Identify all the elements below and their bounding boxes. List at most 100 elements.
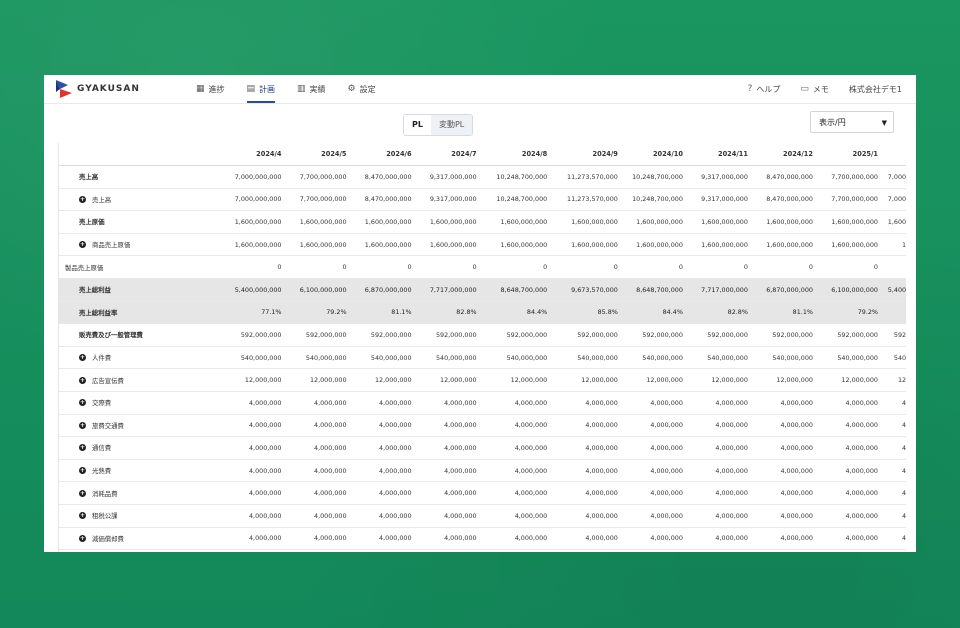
row-label-text: 光熱費 bbox=[92, 467, 112, 476]
table-cell: 0 bbox=[686, 255, 752, 279]
expand-plus-icon[interactable]: + bbox=[79, 444, 86, 452]
expand-plus-icon[interactable]: + bbox=[79, 467, 86, 475]
row-label: 販売費及び一般管理費 bbox=[59, 323, 221, 347]
table-row: + 広告宣伝費 12,000,000 12,000,000 12,000,000 12,0… bbox=[59, 368, 906, 392]
table-cell: 4,000,000 bbox=[415, 414, 481, 438]
expand-plus-icon[interactable]: + bbox=[79, 512, 86, 520]
row-label-text: 広告宣伝費 bbox=[92, 376, 124, 385]
expand-plus-icon[interactable]: + bbox=[79, 489, 86, 497]
table-cell: 1,600,000,000 bbox=[350, 210, 416, 234]
row-label: 売上総利益 bbox=[59, 278, 221, 302]
table-cell: 10,248,700,000 bbox=[480, 165, 552, 189]
help-icon: ? bbox=[747, 84, 753, 94]
table-cell: 4,000,000 bbox=[621, 527, 687, 551]
table-row: + 消耗品費 4,000,000 4,000,000 4,000,000 4,000,00… bbox=[59, 481, 906, 505]
table-cell: 4,000,000 bbox=[285, 414, 351, 438]
table-cell: 8,470,000,000 bbox=[350, 188, 416, 212]
pl-table-container[interactable]: 2024/4 2024/5 2024/6 2024/7 2024/8 2024/9 2024… bbox=[58, 143, 906, 552]
table-cell: 9,317,000,000 bbox=[686, 188, 752, 212]
table-cell: 4,000,000 bbox=[415, 459, 481, 483]
table-row: + 旅費交通費 4,000,000 4,000,000 4,000,000 4,000,0… bbox=[59, 414, 906, 438]
table-cell: 4,000,000 bbox=[686, 414, 752, 438]
table-cell: 7,700,000,000 bbox=[816, 165, 882, 189]
table-cell: 7,700,000,000 bbox=[816, 188, 882, 212]
table-cell: 6,870,000,000 bbox=[751, 278, 817, 302]
toggle-option-1[interactable]: 変動PL bbox=[430, 115, 473, 135]
table-cell: 4,000,000 bbox=[551, 481, 622, 505]
table-cell: 4,000,000 bbox=[686, 504, 752, 528]
nav-item-3[interactable]: ⚙ 設定 bbox=[348, 75, 376, 103]
nav-item-1[interactable]: ▤ 計画 bbox=[246, 75, 276, 103]
unit-select[interactable]: 表示/円 ▼ bbox=[810, 111, 894, 133]
pl-toggle: PL 変動PL bbox=[403, 114, 474, 136]
expand-plus-icon[interactable]: + bbox=[79, 354, 86, 362]
table-cell: 4,000,000 bbox=[415, 481, 481, 505]
table-cell: 7,000,000, bbox=[882, 188, 906, 212]
table-cell: 540,000,000 bbox=[551, 346, 622, 370]
column-header: 2024/11 bbox=[686, 143, 752, 166]
table-cell: 1,600,000,000 bbox=[686, 233, 752, 257]
table-cell: 4,000,000 bbox=[285, 459, 351, 483]
table-cell: 1,600,000,000 bbox=[285, 210, 351, 234]
nav-item-label: 実績 bbox=[309, 84, 326, 94]
nav-item-0[interactable]: ▦ 進捗 bbox=[196, 75, 225, 103]
table-cell: 1,600,000,000 bbox=[686, 210, 752, 234]
table-cell: 4,000,000 bbox=[751, 436, 817, 460]
table-cell: 4,000,000 bbox=[551, 549, 622, 552]
right-nav-item-2[interactable]: 株式会社デモ1 bbox=[849, 84, 902, 95]
table-cell: 4,000, bbox=[882, 549, 906, 552]
logo-text: GYAKUSAN bbox=[77, 84, 140, 94]
logo[interactable]: GYAKUSAN bbox=[56, 80, 196, 98]
table-row: +修繕費4,000,0004,000,0004,000,0004,000,000… bbox=[59, 549, 906, 552]
expand-plus-icon[interactable]: + bbox=[79, 241, 86, 249]
table-cell: 0 bbox=[816, 255, 882, 279]
column-header: 2024/9 bbox=[551, 143, 622, 166]
calendar-icon: ▤ bbox=[246, 84, 256, 94]
table-cell: 4,000, bbox=[882, 436, 906, 460]
table-cell: 4,000,000 bbox=[751, 391, 817, 415]
column-header: 2024/5 bbox=[285, 143, 351, 166]
header-label-cell bbox=[59, 143, 221, 166]
table-cell: 4,000,000 bbox=[816, 414, 882, 438]
expand-plus-icon[interactable]: + bbox=[79, 399, 86, 407]
expand-plus-icon[interactable]: + bbox=[79, 195, 86, 203]
table-cell: 10,248,700,000 bbox=[621, 165, 687, 189]
right-nav-item-1[interactable]: ▭ メモ bbox=[800, 84, 829, 95]
expand-plus-icon[interactable]: + bbox=[79, 376, 86, 384]
table-cell: 4,000,000 bbox=[816, 459, 882, 483]
table-cell: 4,000,000 bbox=[621, 549, 687, 552]
table-cell: 4,000,000 bbox=[686, 391, 752, 415]
nav-item-label: 計画 bbox=[259, 84, 276, 94]
row-label: 売上総利益率 bbox=[59, 301, 221, 325]
expand-plus-icon[interactable]: + bbox=[79, 421, 86, 429]
table-cell: 4,000,000 bbox=[621, 504, 687, 528]
table-cell: 5,400,000,000 bbox=[220, 278, 286, 302]
table-cell: 4,000,000 bbox=[480, 527, 552, 551]
table-cell: 4,000,000 bbox=[220, 504, 286, 528]
table-cell: 0 bbox=[220, 255, 286, 279]
table-cell: 79.2% bbox=[816, 301, 882, 325]
table-cell: 540,000,000 bbox=[751, 346, 817, 370]
toggle-option-0[interactable]: PL bbox=[404, 115, 431, 135]
table-cell: 4,000,000 bbox=[415, 527, 481, 551]
table-cell: 12,000,000 bbox=[220, 368, 286, 392]
table-cell: 0 bbox=[551, 255, 622, 279]
table-cell: 4,000, bbox=[882, 391, 906, 415]
table-cell: 592,000,000 bbox=[551, 323, 622, 347]
right-nav-label: メモ bbox=[812, 84, 829, 94]
table-cell: 1,600,000,000 bbox=[350, 233, 416, 257]
expand-plus-icon[interactable]: + bbox=[79, 534, 86, 542]
table-cell: 7,000,000,000 bbox=[220, 188, 286, 212]
table-cell: 12,000,000 bbox=[350, 368, 416, 392]
table-row: + 人件費 540,000,000 540,000,000 540,000,000 540… bbox=[59, 346, 906, 370]
table-cell: 4,000,000 bbox=[621, 459, 687, 483]
table-cell: 4,000,000 bbox=[350, 436, 416, 460]
table-cell: 8,470,000,000 bbox=[350, 165, 416, 189]
table-cell: 12,000,000 bbox=[285, 368, 351, 392]
table-cell: 12,000,000 bbox=[480, 368, 552, 392]
table-cell: 4,000,000 bbox=[816, 504, 882, 528]
table-cell: 7,700,000,000 bbox=[285, 188, 351, 212]
nav-item-2[interactable]: ▥ 実績 bbox=[297, 75, 326, 103]
table-cell: 4,000,000 bbox=[551, 436, 622, 460]
right-nav-item-0[interactable]: ? ヘルプ bbox=[748, 84, 781, 95]
